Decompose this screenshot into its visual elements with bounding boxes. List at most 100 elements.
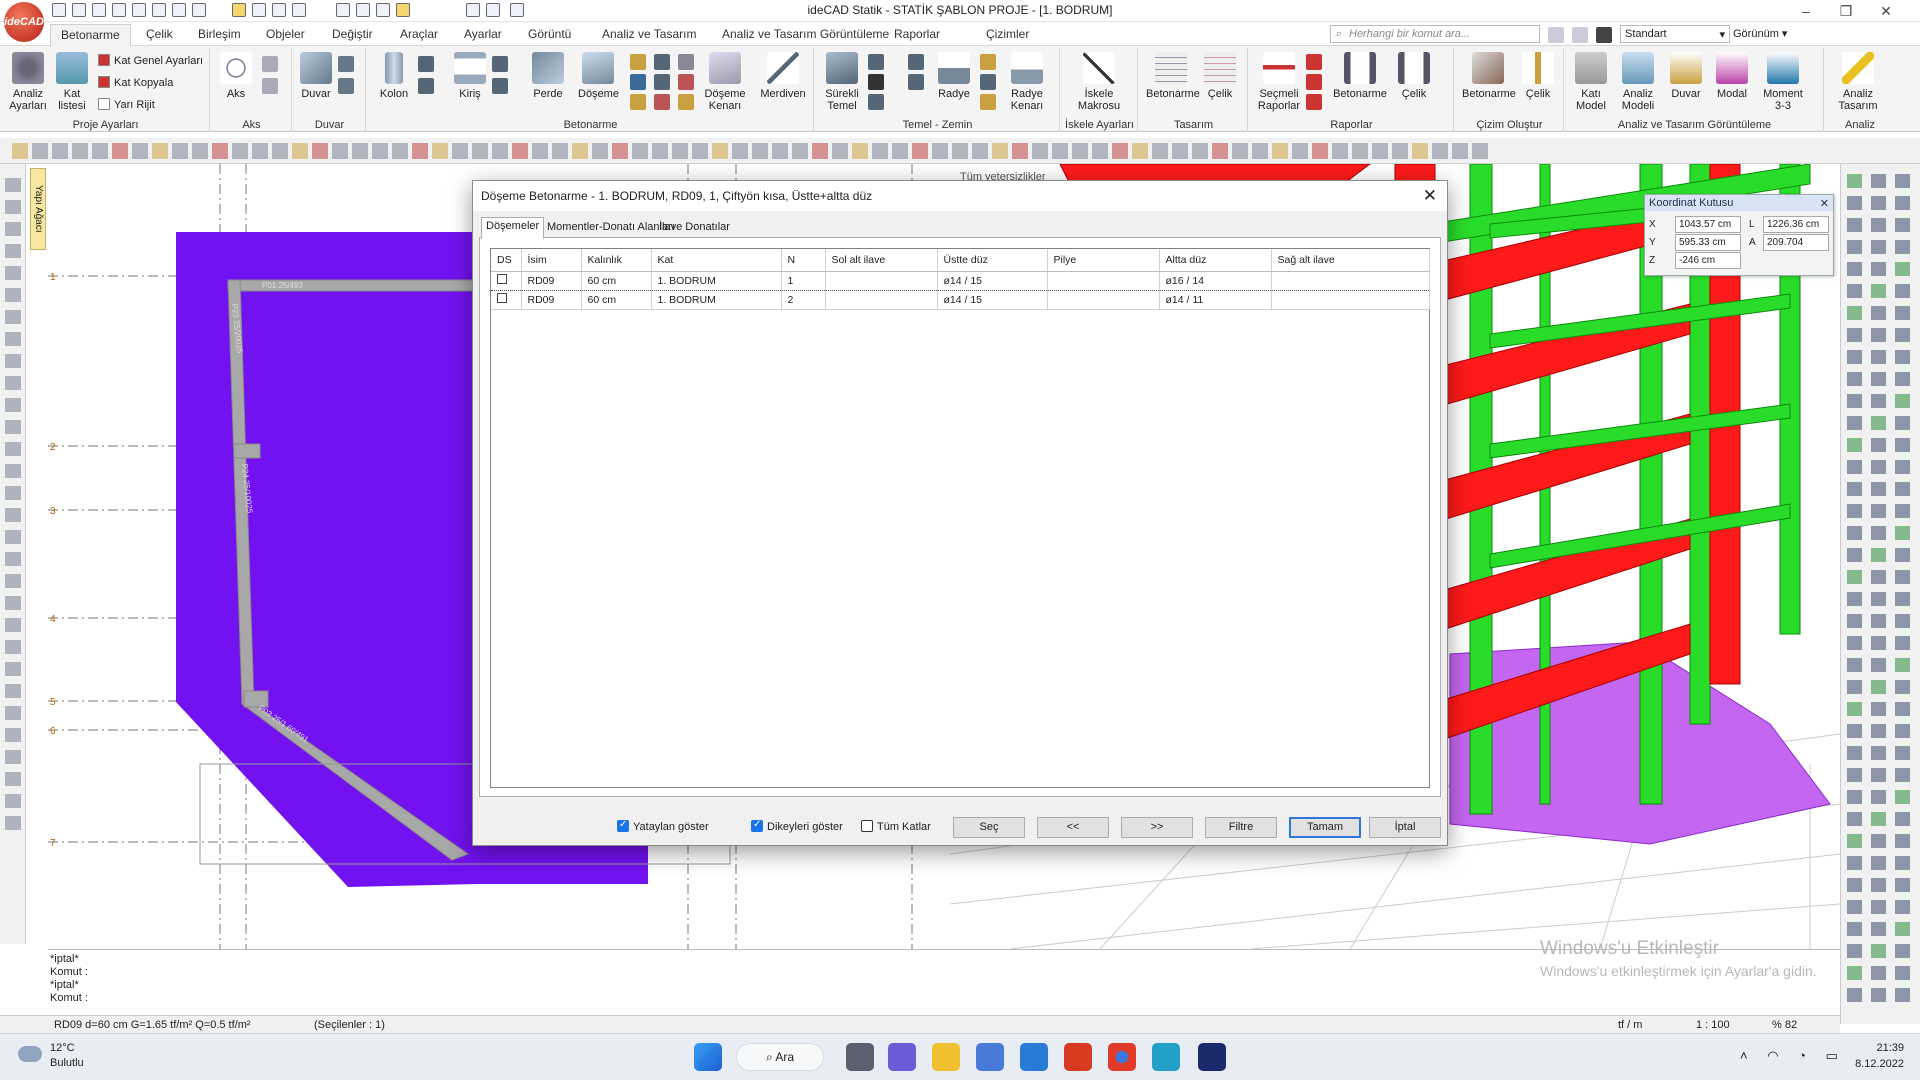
drawing-tool-icon[interactable] <box>412 143 428 159</box>
network-app-icon[interactable] <box>1152 1043 1180 1071</box>
tab-degistir[interactable]: Değiştir <box>332 27 373 41</box>
footing-tool-5-icon[interactable] <box>908 74 924 90</box>
tum-katlar-checkbox[interactable]: Tüm Katlar <box>861 820 931 833</box>
view-tool-icon[interactable] <box>1895 306 1910 320</box>
slab-tool-8-icon[interactable] <box>678 74 694 90</box>
drawing-tool-icon[interactable] <box>132 143 148 159</box>
raft-tool-1-icon[interactable] <box>980 54 996 70</box>
close-icon[interactable]: ✕ <box>1820 197 1829 210</box>
view-tool-icon[interactable] <box>1895 768 1910 782</box>
ustte-duz-cell[interactable]: ø14 / 15 <box>937 270 1048 291</box>
side-tool-icon[interactable] <box>5 794 21 808</box>
slab-tool-3-icon[interactable] <box>630 94 646 110</box>
drawing-tool-icon[interactable] <box>632 143 648 159</box>
view-tool-icon[interactable] <box>1847 900 1862 914</box>
drawing-tool-icon[interactable] <box>752 143 768 159</box>
file-explorer-icon[interactable] <box>932 1043 960 1071</box>
view-tool-icon[interactable] <box>1871 218 1886 232</box>
view-tool-icon[interactable] <box>1847 790 1862 804</box>
tab-birlesim[interactable]: Birleşim <box>198 27 241 41</box>
radye-kenari-button[interactable]: Radye Kenarı <box>1004 52 1050 112</box>
drawing-tool-icon[interactable] <box>592 143 608 159</box>
view-tool-icon[interactable] <box>1895 790 1910 804</box>
kati-model-button[interactable]: Katı Model <box>1570 52 1612 112</box>
side-tool-icon[interactable] <box>5 354 21 368</box>
view-tool-icon[interactable] <box>1871 174 1886 188</box>
side-tool-icon[interactable] <box>5 486 21 500</box>
view-tool-icon[interactable] <box>1871 284 1886 298</box>
drawing-tool-icon[interactable] <box>572 143 588 159</box>
view-tool-icon[interactable] <box>1895 262 1910 276</box>
view-tool-icon[interactable] <box>1847 504 1862 518</box>
altta-duz-cell[interactable]: ø16 / 14 <box>1159 270 1272 291</box>
report-tool-3-icon[interactable] <box>1306 94 1322 110</box>
previous-button[interactable]: << <box>1037 817 1109 838</box>
kat-listesi-button[interactable]: Kat listesi <box>52 52 92 112</box>
drawing-tool-icon[interactable] <box>192 143 208 159</box>
view-tool-icon[interactable] <box>1847 240 1862 254</box>
tab-araclar[interactable]: Araçlar <box>400 27 438 41</box>
view-tool-icon[interactable] <box>1871 636 1886 650</box>
view-tool-icon[interactable] <box>1871 878 1886 892</box>
slab-tool-2-icon[interactable] <box>630 74 646 90</box>
tab-analiz-goruntuleme[interactable]: Analiz ve Tasarım Görüntüleme <box>722 27 889 41</box>
view-tool-icon[interactable] <box>1871 526 1886 540</box>
view-tool-icon[interactable] <box>1847 350 1862 364</box>
view-tool-icon[interactable] <box>1847 812 1862 826</box>
view-tool-icon[interactable] <box>1847 284 1862 298</box>
idecad-taskbar-icon[interactable] <box>1198 1043 1226 1071</box>
ds-cell[interactable] <box>491 270 522 291</box>
yari-rijit-checkbox[interactable]: Yarı Rijit <box>98 98 155 111</box>
restore-button[interactable]: ❐ <box>1826 1 1866 21</box>
drawing-tool-icon[interactable] <box>1032 143 1048 159</box>
status-scale[interactable]: 1 : 100 <box>1696 1019 1730 1031</box>
view-tool-icon[interactable] <box>1847 680 1862 694</box>
close-icon[interactable]: ✕ <box>1423 186 1437 206</box>
view-tool-icon[interactable] <box>1871 592 1886 606</box>
drawing-tool-icon[interactable] <box>372 143 388 159</box>
drawing-tool-icon[interactable] <box>1232 143 1248 159</box>
cizim-betonarme-button[interactable]: Betonarme <box>1462 52 1516 100</box>
view-tool-icon[interactable] <box>1871 460 1886 474</box>
view-tool-icon[interactable] <box>1847 592 1862 606</box>
drawing-tool-icon[interactable] <box>512 143 528 159</box>
side-tool-icon[interactable] <box>5 552 21 566</box>
drawing-tool-icon[interactable] <box>1472 143 1488 159</box>
view-tool-icon[interactable] <box>1847 834 1862 848</box>
n-cell[interactable]: 1 <box>781 270 826 291</box>
rapor-celik-button[interactable]: Çelik <box>1394 52 1434 100</box>
ds-checkbox[interactable] <box>497 293 507 303</box>
view-tool-icon[interactable] <box>1871 394 1886 408</box>
column-header[interactable]: DS <box>491 249 522 272</box>
view-tool-icon[interactable] <box>1895 284 1910 298</box>
status-units[interactable]: tf / m <box>1618 1019 1642 1031</box>
drawing-tool-icon[interactable] <box>1272 143 1288 159</box>
weather-icon[interactable] <box>18 1046 42 1062</box>
view-tool-icon[interactable] <box>1847 944 1862 958</box>
view-tool-icon[interactable] <box>1871 614 1886 628</box>
drawing-tool-icon[interactable] <box>852 143 868 159</box>
beam-tool-icon[interactable] <box>492 56 508 72</box>
raft-tool-2-icon[interactable] <box>980 74 996 90</box>
clock-date[interactable]: 8.12.2022 <box>1844 1058 1904 1070</box>
drawing-tool-icon[interactable] <box>12 143 28 159</box>
column-header[interactable]: N <box>781 249 826 272</box>
view-tool-icon[interactable] <box>1847 922 1862 936</box>
side-tool-icon[interactable] <box>5 574 21 588</box>
tab-ilave-donatilar[interactable]: İlave Donatılar <box>655 219 734 239</box>
tab-analiz-tasarim[interactable]: Analiz ve Tasarım <box>602 27 696 41</box>
z-value-field[interactable]: -246 cm <box>1675 252 1741 269</box>
view-tool-icon[interactable] <box>1847 768 1862 782</box>
slab-tool-4-icon[interactable] <box>654 54 670 70</box>
drawing-tool-icon[interactable] <box>1292 143 1308 159</box>
standard-select[interactable]: Standart ▾ <box>1620 25 1730 43</box>
view-tool-icon[interactable] <box>1871 328 1886 342</box>
drawing-tool-icon[interactable] <box>1172 143 1188 159</box>
cizim-celik-button[interactable]: Çelik <box>1518 52 1558 100</box>
side-tool-icon[interactable] <box>5 288 21 302</box>
view-tool-icon[interactable] <box>1847 526 1862 540</box>
iptal-button[interactable]: İptal <box>1369 817 1441 838</box>
drawing-tool-icon[interactable] <box>152 143 168 159</box>
drawing-tool-icon[interactable] <box>892 143 908 159</box>
report-tool-1-icon[interactable] <box>1306 54 1322 70</box>
